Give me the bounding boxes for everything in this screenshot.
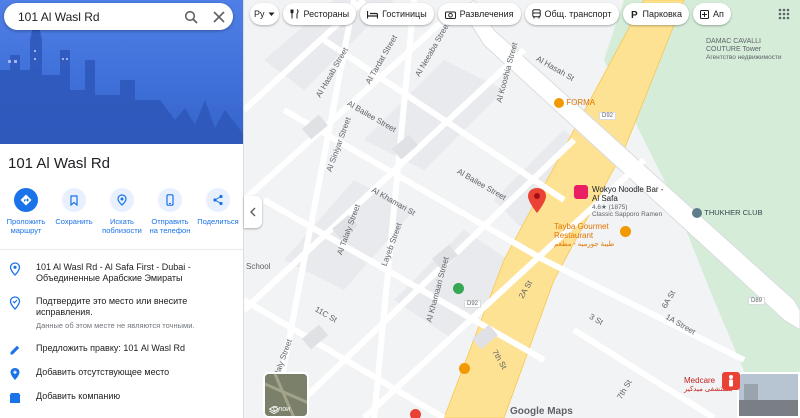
svg-text:P: P: [631, 10, 638, 19]
poi-damac[interactable]: DAMAC CAVALLI COUTURE Tower Агентство не…: [706, 38, 796, 61]
confirm-text: Подтвердите это место или внесите исправ…: [36, 296, 188, 317]
ramen-icon: [574, 185, 588, 199]
search-box[interactable]: 101 Al Wasl Rd: [4, 3, 233, 30]
camera-icon: [444, 11, 456, 19]
chip-transit[interactable]: Общ. транспорт: [524, 3, 619, 25]
chip-entertainment-label: Развлечения: [459, 9, 514, 19]
save-label: Сохранить: [55, 217, 93, 226]
poi-forma-label: FORMA: [566, 98, 596, 108]
search-icon[interactable]: [177, 3, 205, 30]
directions-button[interactable]: Проложить маршрут: [3, 188, 49, 235]
add-location-icon: [8, 367, 22, 381]
road-badge: D92: [464, 300, 482, 308]
chip-hotels[interactable]: Гостиницы: [360, 3, 434, 25]
map-canvas[interactable]: Al Hasab Street Al Tardat Street Al Neea…: [244, 0, 800, 418]
apps-icon[interactable]: [773, 3, 795, 25]
confirm-subtext: Данные об этом месте не являются точными…: [36, 321, 195, 330]
add-business-icon: [8, 391, 22, 405]
chip-parking[interactable]: P Парковка: [622, 3, 689, 25]
chip-restaurants-label: Рестораны: [303, 9, 350, 19]
language-chip[interactable]: Ру: [250, 3, 279, 25]
restaurant-icon: [620, 226, 631, 237]
chip-pharmacy[interactable]: Ап: [692, 3, 731, 25]
divider: [0, 249, 243, 250]
poi-damac-name: DAMAC CAVALLI COUTURE Tower: [706, 38, 762, 53]
save-button[interactable]: Сохранить: [51, 188, 97, 235]
chevron-left-icon: [250, 207, 256, 217]
poi-wokyo-rating: 4.6★ (1875): [592, 204, 628, 211]
add-place-row[interactable]: Добавить отсутствующее место: [0, 367, 243, 381]
restaurant-icon: [554, 98, 564, 108]
poi-forma[interactable]: FORMA: [554, 98, 595, 108]
address-row[interactable]: 101 Al Wasl Rd - Al Safa First - Dubai -…: [0, 262, 243, 284]
chevron-down-icon: [268, 12, 275, 16]
share-icon: [206, 188, 230, 212]
pencil-icon: [8, 343, 22, 357]
chip-hotels-label: Гостиницы: [382, 9, 427, 19]
poi-wokyo-sub: Classic Sapporo Ramen: [592, 211, 663, 218]
bed-icon: [367, 10, 379, 18]
road-badge: D89: [748, 297, 766, 305]
restaurant-icon: [290, 9, 299, 19]
share-label: Поделиться: [197, 217, 239, 226]
suggest-edit-row[interactable]: Предложить правку: 101 Al Wasl Rd: [0, 343, 243, 357]
directions-icon: [14, 188, 38, 212]
cafe-icon[interactable]: [459, 363, 470, 374]
category-chips: Ру Рестораны Гостиницы Развлечения Общ. …: [250, 3, 731, 25]
location-check-icon: [8, 296, 22, 310]
layers-label: Слои: [273, 406, 291, 413]
nearby-icon: [110, 188, 134, 212]
add-business-row[interactable]: Добавить компанию: [0, 391, 243, 405]
language-chip-label: Ру: [254, 9, 265, 19]
close-icon[interactable]: [205, 3, 233, 30]
action-bar: Проложить маршрут Сохранить Искать побли…: [0, 188, 243, 235]
chip-parking-label: Парковка: [642, 9, 682, 19]
bus-icon: [531, 9, 541, 19]
poi-thukher-label: THUKHER CLUB: [704, 208, 763, 218]
google-maps-logo: Google Maps: [510, 406, 573, 417]
layers-button[interactable]: Слои: [263, 372, 309, 418]
park-icon[interactable]: [453, 283, 464, 294]
poi-thukher[interactable]: THUKHER CLUB: [692, 208, 763, 218]
poi-damac-sub: Агентство недвижимости: [706, 54, 782, 61]
search-input[interactable]: 101 Al Wasl Rd: [18, 10, 177, 24]
street-view-thumbnail[interactable]: [737, 372, 800, 418]
road-badge: D92: [599, 112, 617, 120]
send-to-phone-button[interactable]: Отправить на телефон: [147, 188, 193, 235]
place-panel: 101 Al Wasl Rd 101 Al Wasl Rd Проложить …: [0, 0, 244, 418]
nearby-button[interactable]: Искать поблизости: [99, 188, 145, 235]
hospital-icon[interactable]: [410, 409, 421, 418]
collapse-panel-button[interactable]: [244, 196, 262, 228]
confirm-row[interactable]: Подтвердите это место или внесите исправ…: [0, 296, 243, 330]
address-text: 101 Al Wasl Rd - Al Safa First - Dubai -…: [36, 262, 191, 283]
poi-school: School: [246, 262, 271, 271]
chip-pharmacy-label: Ап: [712, 9, 724, 19]
poi-tayba[interactable]: Tayba Gourmet Restaurant طيبة جورميه - م…: [554, 222, 634, 248]
bookmark-icon: [62, 188, 86, 212]
send-to-phone-label: Отправить на телефон: [149, 217, 191, 235]
place-title: 101 Al Wasl Rd: [8, 155, 110, 172]
pegman-icon[interactable]: [722, 372, 740, 390]
location-pin-icon: [8, 262, 22, 276]
club-icon: [692, 208, 702, 218]
chip-transit-label: Общ. транспорт: [544, 9, 612, 19]
poi-tayba-ar: طيبة جورميه - مطعم: [554, 241, 615, 248]
chip-restaurants[interactable]: Рестораны: [282, 3, 357, 25]
share-button[interactable]: Поделиться: [195, 188, 241, 235]
pharmacy-icon: [699, 9, 709, 19]
phone-icon: [158, 188, 182, 212]
nearby-label: Искать поблизости: [102, 217, 142, 235]
add-business-text: Добавить компанию: [36, 391, 121, 401]
add-place-text: Добавить отсутствующее место: [36, 367, 170, 377]
chip-entertainment[interactable]: Развлечения: [437, 3, 521, 25]
directions-label: Проложить маршрут: [6, 217, 46, 235]
parking-icon: P: [631, 10, 638, 19]
poi-wokyo-name: Wokyo Noodle Bar - Al Safa: [592, 185, 664, 203]
suggest-edit-text: Предложить правку: 101 Al Wasl Rd: [36, 343, 186, 353]
